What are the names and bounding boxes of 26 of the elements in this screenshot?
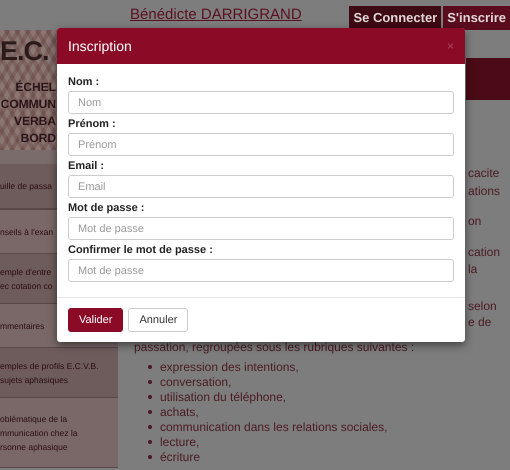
paragraph-text: la bbox=[468, 261, 478, 278]
field-label: Prénom : bbox=[68, 117, 117, 131]
paragraph-text: cacite bbox=[468, 165, 500, 182]
paragraph-text: selon bbox=[468, 298, 497, 315]
logo-text: E.C. bbox=[0, 38, 49, 65]
list-item: lecture, bbox=[160, 434, 200, 450]
field-label: Nom : bbox=[68, 75, 100, 89]
paragraph-text: cation bbox=[468, 244, 500, 261]
brand-subtitle: COMMUN bbox=[0, 96, 56, 113]
dialog-title: Inscription bbox=[68, 36, 132, 56]
list-item: conversation, bbox=[160, 374, 232, 390]
list-item: expression des intentions, bbox=[160, 358, 299, 376]
paragraph-text: ations bbox=[468, 183, 500, 200]
list-item: utilisation du téléphone, bbox=[160, 388, 286, 406]
paragraph-text: on bbox=[468, 213, 482, 230]
list-item: écriture bbox=[160, 448, 200, 466]
paragraph-text: passation, regroupées sous les rubriques suivantes : bbox=[134, 340, 416, 355]
list-item: communication dans les relations sociales, bbox=[160, 418, 388, 436]
field-label: Mot de passe : bbox=[68, 201, 146, 215]
paragraph-text: e de bbox=[468, 314, 492, 331]
brand-subtitle: VERBA bbox=[14, 113, 56, 130]
field-label: Email : bbox=[68, 159, 106, 173]
brand-subtitle: ÉCHEL bbox=[15, 79, 56, 96]
list-item: achats, bbox=[160, 404, 199, 420]
field-label: Confirmer le mot de passe : bbox=[68, 243, 214, 257]
brand-subtitle: BORD bbox=[20, 130, 56, 147]
